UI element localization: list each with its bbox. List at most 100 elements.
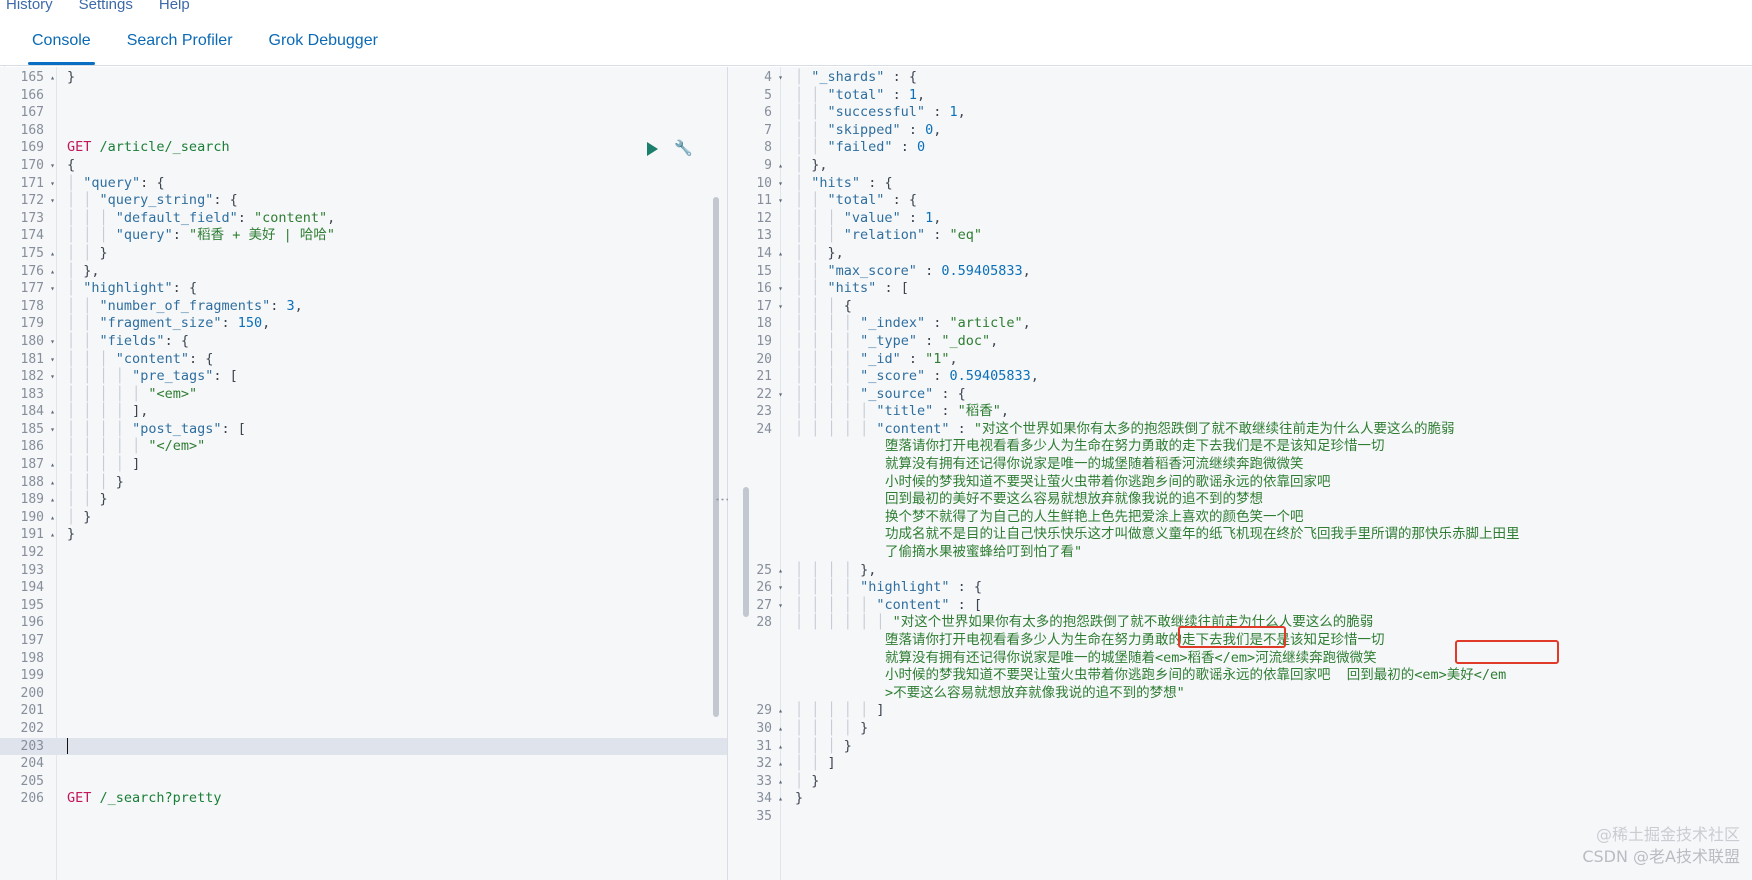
fold-toggle-icon[interactable]: ▴ [776,562,785,580]
code-line[interactable]: 197 [0,632,727,650]
code-line[interactable]: 187 ▴ │ │ │ │ ] [0,456,727,474]
fold-toggle-icon[interactable]: ▾ [776,386,785,404]
fold-toggle-icon[interactable]: ▴ [48,245,57,263]
code-line[interactable]: 183 │ │ │ │ │ "<em>" [0,386,727,404]
response-scrollbar[interactable] [743,487,749,617]
fold-toggle-icon[interactable]: ▾ [48,192,57,210]
fold-toggle-icon[interactable]: ▾ [48,280,57,298]
code-line[interactable]: 15 │ │ "max_score" : 0.59405833, [728,263,1752,281]
code-line[interactable]: 19 │ │ │ │ "_type" : "_doc", [728,333,1752,351]
code-line[interactable]: 10 ▾ │ "hits" : { [728,175,1752,193]
code-line[interactable]: 195 [0,597,727,615]
fold-toggle-icon[interactable]: ▴ [776,702,785,720]
request-code-lines[interactable]: 165 ▴} 166 167 168 169 GET /article/_search 170… [0,69,727,808]
fold-toggle-icon[interactable]: ▴ [776,245,785,263]
code-line[interactable]: 179 │ │ "fragment_size": 150, [0,315,727,333]
fold-toggle-icon[interactable]: ▴ [48,474,57,492]
code-line[interactable]: 186 │ │ │ │ │ "</em>" [0,438,727,456]
code-line[interactable]: 166 [0,87,727,105]
code-line[interactable]: 27 ▾ │ │ │ │ │ "content" : [ [728,597,1752,615]
tab-console[interactable]: Console [14,20,109,65]
fold-toggle-icon[interactable]: ▴ [48,263,57,281]
tab-grok-debugger[interactable]: Grok Debugger [251,20,396,64]
code-line[interactable]: 21 │ │ │ │ "_score" : 0.59405833, [728,368,1752,386]
code-line[interactable]: 就算没有拥有还记得你说家是唯一的城堡随着稻香河流继续奔跑微微笑 [728,456,1752,474]
fold-toggle-icon[interactable]: ▴ [48,403,57,421]
code-line[interactable]: 14 ▴ │ │ }, [728,245,1752,263]
response-viewer[interactable]: 4 ▾ │ "_shards" : {5 │ │ "total" : 1, 6 │ │ "… [728,67,1752,880]
code-line[interactable]: 189 ▴ │ │ } [0,491,727,509]
code-line[interactable]: 33 ▴ │ } [728,773,1752,791]
fold-toggle-icon[interactable]: ▴ [48,456,57,474]
fold-toggle-icon[interactable]: ▾ [48,421,57,439]
code-line[interactable]: 192 [0,544,727,562]
code-line[interactable]: 7 │ │ "skipped" : 0, [728,122,1752,140]
fold-toggle-icon[interactable]: ▴ [48,526,57,544]
code-line[interactable]: 199 [0,667,727,685]
code-line[interactable]: 34 ▴} [728,790,1752,808]
code-line[interactable]: 堕落请你打开电视看看多少人为生命在努力勇敢的走下去我们是不是该知足珍惜一切 [728,632,1752,650]
menu-item-history[interactable]: History [6,0,53,13]
code-line[interactable]: 167 [0,104,727,122]
fold-toggle-icon[interactable]: ▴ [776,157,785,175]
code-line[interactable]: 6 │ │ "successful" : 1, [728,104,1752,122]
fold-toggle-icon[interactable]: ▾ [48,333,57,351]
code-line[interactable]: 9 ▴ │ }, [728,157,1752,175]
fold-toggle-icon[interactable]: ▾ [776,192,785,210]
code-line[interactable]: 185 ▾ │ │ │ │ "post_tags": [ [0,421,727,439]
tab-search-profiler[interactable]: Search Profiler [109,20,251,64]
code-line[interactable]: 191 ▴} [0,526,727,544]
fold-toggle-icon[interactable]: ▾ [48,351,57,369]
code-line[interactable]: 28 │ │ │ │ │ │ "对这个世界如果你有太多的抱怨跌倒了就不敢继续往前走… [728,614,1752,632]
fold-toggle-icon[interactable]: ▴ [48,69,57,87]
fold-toggle-icon[interactable]: ▾ [776,579,785,597]
code-line[interactable]: 8 │ │ "failed" : 0 [728,139,1752,157]
code-line[interactable]: 201 [0,702,727,720]
menu-item-help[interactable]: Help [159,0,190,13]
fold-toggle-icon[interactable]: ▾ [776,175,785,193]
code-line[interactable]: 171 ▾ │ "query": { [0,175,727,193]
fold-toggle-icon[interactable]: ▴ [48,509,57,527]
code-line[interactable]: 小时候的梦我知道不要哭让萤火虫带着你逃跑乡间的歌谣永远的依靠回家吧 回到最初的<… [728,667,1752,685]
code-line[interactable]: 198 [0,650,727,668]
fold-toggle-icon[interactable]: ▴ [48,491,57,509]
code-line[interactable]: 22 ▾ │ │ │ │ "_source" : { [728,386,1752,404]
code-line[interactable]: 功成名就不是目的让自己快乐快乐这才叫做意义童年的纸飞机现在终於飞回我手里所谓的那… [728,526,1752,544]
code-line[interactable]: 32 ▴ │ │ ] [728,755,1752,773]
code-line[interactable]: 172 ▾ │ │ "query_string": { [0,192,727,210]
fold-toggle-icon[interactable]: ▾ [48,175,57,193]
fold-toggle-icon[interactable]: ▾ [776,69,785,87]
code-line[interactable]: 203 [0,737,727,756]
fold-toggle-icon[interactable]: ▴ [776,720,785,738]
code-line[interactable]: 194 [0,579,727,597]
request-scrollbar[interactable] [713,197,719,717]
code-line[interactable]: 182 ▾ │ │ │ │ "pre_tags": [ [0,368,727,386]
code-line[interactable]: 35 [728,808,1752,826]
code-line[interactable]: 165 ▴} [0,69,727,87]
code-line[interactable]: 18 │ │ │ │ "_index" : "article", [728,315,1752,333]
code-line[interactable]: 181 ▾ │ │ │ "content": { [0,351,727,369]
code-line[interactable]: 25 ▴ │ │ │ │ }, [728,562,1752,580]
code-line[interactable]: 202 [0,720,727,738]
run-request-icon[interactable] [647,142,659,157]
code-line[interactable]: 169 GET /article/_search [0,139,727,157]
code-line[interactable]: 20 │ │ │ │ "_id" : "1", [728,351,1752,369]
fold-toggle-icon[interactable]: ▾ [776,298,785,316]
fold-toggle-icon[interactable]: ▾ [776,280,785,298]
fold-toggle-icon[interactable]: ▾ [48,368,57,386]
code-line[interactable]: 堕落请你打开电视看看多少人为生命在努力勇敢的走下去我们是不是该知足珍惜一切 [728,438,1752,456]
code-line[interactable]: 193 [0,562,727,580]
code-line[interactable]: 17 ▾ │ │ │ { [728,298,1752,316]
code-line[interactable]: 4 ▾ │ "_shards" : { [728,69,1752,87]
code-line[interactable]: 30 ▴ │ │ │ │ } [728,720,1752,738]
wrench-icon[interactable]: 🔧 [674,140,693,158]
code-line[interactable]: 170 ▾ { [0,157,727,175]
code-line[interactable]: 175 ▴ │ │ } [0,245,727,263]
code-line[interactable]: 就算没有拥有还记得你说家是唯一的城堡随着<em>稻香</em>河流继续奔跑微微笑 [728,650,1752,668]
code-line[interactable]: 11 ▾ │ │ "total" : { [728,192,1752,210]
code-line[interactable]: 168 [0,122,727,140]
code-line[interactable]: 29 ▴ │ │ │ │ │ ] [728,702,1752,720]
code-line[interactable]: 小时候的梦我知道不要哭让萤火虫带着你逃跑乡间的歌谣永远的依靠回家吧 [728,474,1752,492]
code-line[interactable]: 200 [0,685,727,703]
code-line[interactable]: 188 ▴ │ │ │ } [0,474,727,492]
